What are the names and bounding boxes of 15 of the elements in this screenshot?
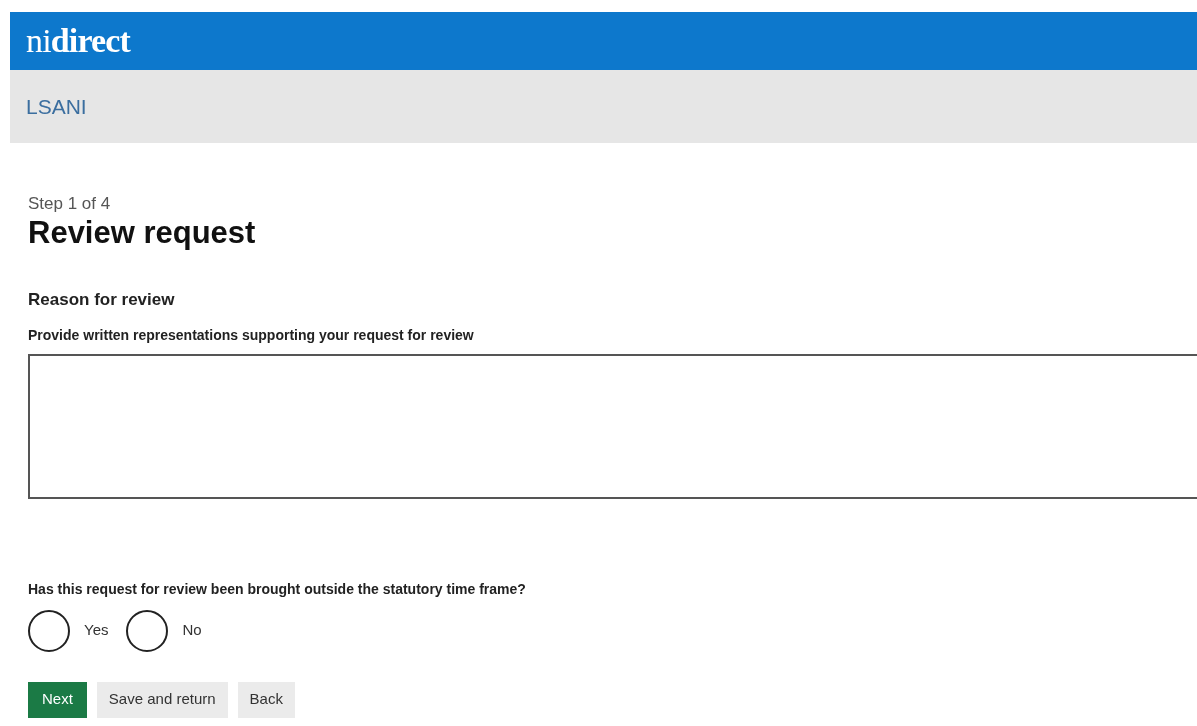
secondary-button[interactable]: Back: [237, 681, 295, 718]
next-button[interactable]: Next: [28, 681, 87, 718]
secondary-button[interactable]: Save and return: [96, 681, 228, 718]
question-label: Has this request for review been brought outside the statutory time frame?: [28, 579, 527, 599]
service-title[interactable]: LSANI: [26, 90, 87, 123]
radio-label[interactable]: Yes: [84, 619, 109, 642]
page-title: Review request: [28, 214, 257, 253]
site-logo[interactable]: nidirect: [26, 24, 130, 58]
text-area[interactable]: [28, 353, 1197, 499]
radio-button[interactable]: [126, 609, 169, 652]
radio-label[interactable]: No: [182, 619, 202, 642]
field-label: Provide written representations supporting your request for review: [28, 325, 475, 345]
radio-button[interactable]: [28, 609, 70, 652]
step-indicator: Step 1 of 4: [28, 193, 112, 215]
section-heading: Reason for review: [28, 289, 176, 311]
